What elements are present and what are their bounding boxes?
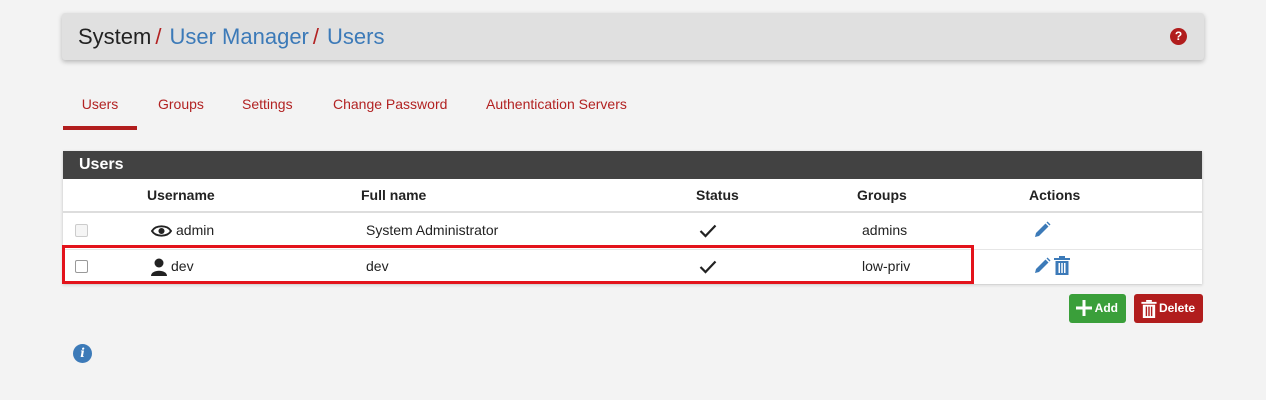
add-button-label: Add <box>1094 301 1118 315</box>
page-header: System / User Manager / Users ? <box>62 13 1204 60</box>
fullname-cell: dev <box>366 258 389 274</box>
tab-settings[interactable]: Settings <box>242 88 293 126</box>
trash-icon[interactable] <box>1054 256 1070 275</box>
edit-icon[interactable] <box>1033 257 1051 275</box>
edit-icon[interactable] <box>1033 221 1051 239</box>
tab-users[interactable]: Users <box>63 88 137 130</box>
breadcrumb-separator: / <box>155 24 162 49</box>
panel-title: Users <box>63 151 1202 179</box>
trash-icon <box>1141 300 1157 318</box>
question-circle-icon[interactable]: ? <box>1170 28 1187 45</box>
column-groups: Groups <box>857 187 907 203</box>
username-cell: dev <box>151 249 194 284</box>
username-cell: admin <box>151 213 214 248</box>
table-row: dev dev low-priv <box>63 249 1202 286</box>
eye-icon <box>151 225 172 237</box>
tab-change-password[interactable]: Change Password <box>333 88 447 126</box>
table-row: admin System Administrator admins <box>63 213 1202 250</box>
column-actions: Actions <box>1029 187 1081 203</box>
tab-authentication-servers[interactable]: Authentication Servers <box>486 88 627 126</box>
info-icon[interactable]: i <box>73 344 92 363</box>
users-panel: Users Username Full name Status Groups A… <box>63 151 1202 286</box>
add-button[interactable]: Add <box>1069 294 1126 323</box>
plus-icon <box>1076 300 1092 316</box>
table-header: Username Full name Status Groups Actions <box>63 179 1202 213</box>
column-username: Username <box>147 187 215 203</box>
fullname-cell: System Administrator <box>366 222 499 238</box>
check-icon <box>699 225 717 238</box>
check-icon <box>699 261 717 274</box>
breadcrumb-user-manager[interactable]: User Manager <box>169 24 308 49</box>
status-cell <box>699 249 717 284</box>
delete-button[interactable]: Delete <box>1134 294 1203 323</box>
breadcrumb: System / User Manager / Users <box>78 24 384 50</box>
column-fullname: Full name <box>361 187 427 203</box>
tab-groups[interactable]: Groups <box>158 88 204 126</box>
breadcrumb-users[interactable]: Users <box>327 24 384 49</box>
delete-button-label: Delete <box>1158 301 1195 315</box>
username-label: admin <box>176 222 215 238</box>
groups-cell: admins <box>862 222 908 238</box>
status-cell <box>699 213 717 248</box>
row-checkbox[interactable] <box>75 260 88 273</box>
breadcrumb-system: System <box>78 24 152 49</box>
breadcrumb-separator: / <box>312 24 319 49</box>
groups-cell: low-priv <box>862 258 911 274</box>
username-label: dev <box>171 258 194 274</box>
user-icon <box>151 258 167 277</box>
row-checkbox <box>75 224 88 237</box>
column-status: Status <box>696 187 739 203</box>
